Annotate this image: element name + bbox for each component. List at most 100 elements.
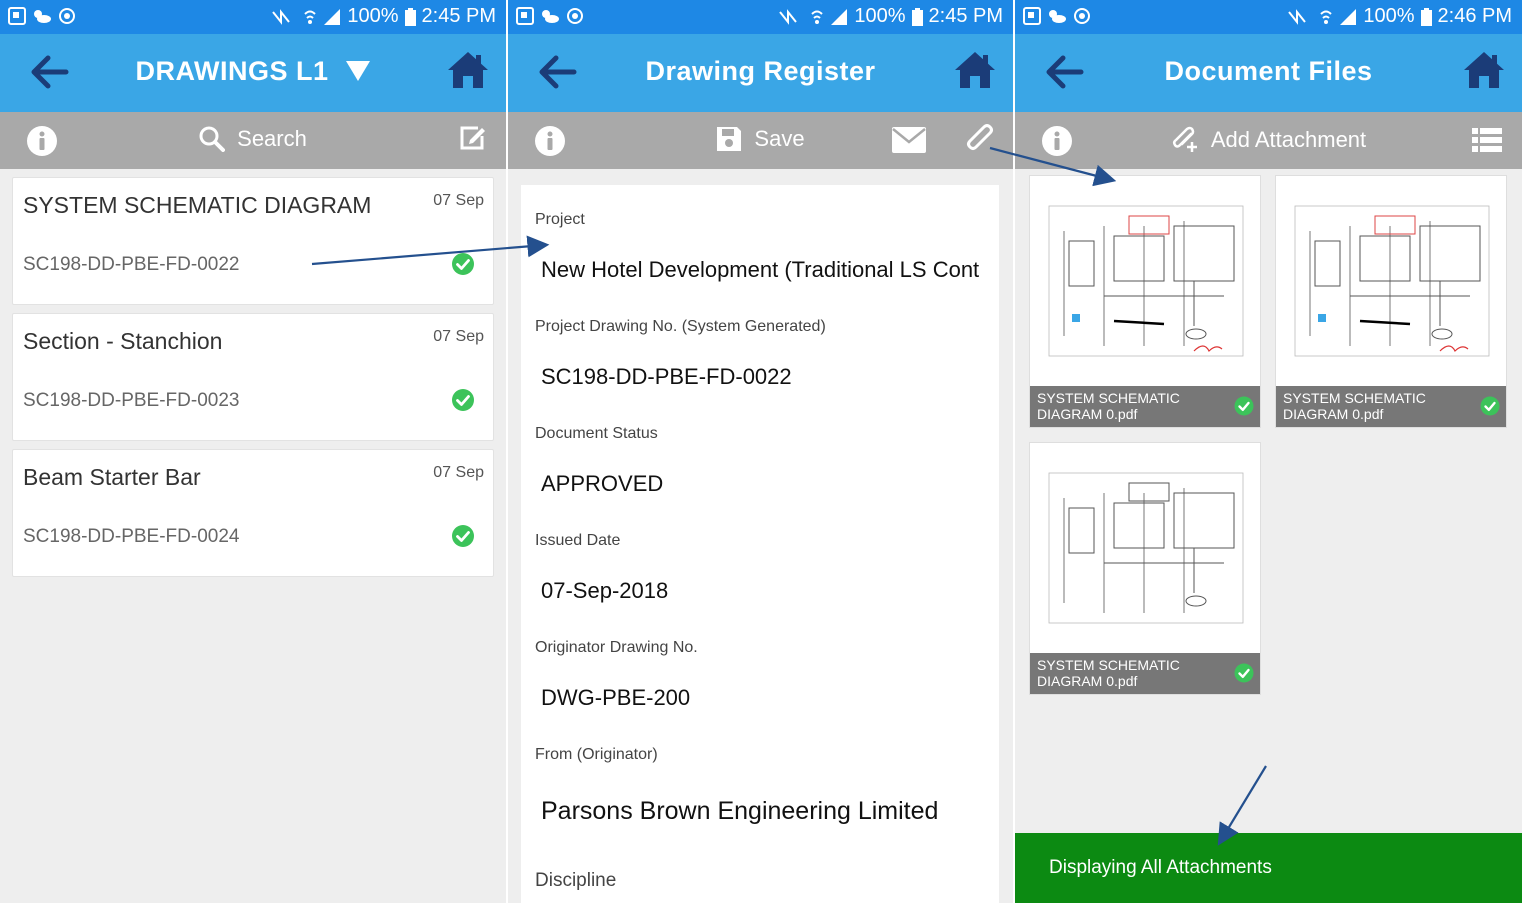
attachment-thumbnail[interactable]: SYSTEM SCHEMATIC DIAGRAM 0.pdf (1029, 442, 1261, 695)
home-icon[interactable] (1462, 50, 1506, 90)
status-bar: 100% 2:46 PM (1015, 0, 1522, 34)
status-time: 2:45 PM (421, 5, 496, 27)
page-title[interactable]: DRAWINGS L1 (0, 56, 506, 87)
check-circle-icon (1234, 396, 1254, 416)
from-originator-field[interactable]: Parsons Brown Engineering Limited (541, 797, 938, 826)
document-files-screen: 100% 2:46 PM Document Files Add Attachme… (1015, 0, 1522, 903)
originator-drawing-no-label: Originator Drawing No. (535, 639, 698, 656)
attachment-filename: SYSTEM SCHEMATIC DIAGRAM 0.pdf (1030, 386, 1260, 427)
item-date: 07 Sep (433, 328, 484, 345)
list-item[interactable]: Beam Starter Bar 07 Sep SC198-DD-PBE-FD-… (12, 449, 494, 577)
add-attachment-button[interactable]: Add Attachment (1015, 126, 1522, 154)
battery-percent: 100% (347, 5, 399, 27)
footer-message: Displaying All Attachments (1049, 857, 1272, 878)
weather-icon (34, 10, 51, 23)
attachments-footer-banner: Displaying All Attachments (1015, 833, 1522, 903)
check-circle-icon (452, 389, 474, 411)
app-bar: Drawing Register (508, 34, 1013, 112)
battery-icon (911, 7, 923, 26)
sync-icon (567, 8, 583, 24)
search-icon (199, 126, 226, 152)
item-code: SC198-DD-PBE-FD-0024 (23, 526, 240, 547)
discipline-label: Discipline (535, 870, 617, 891)
from-originator-label: From (Originator) (535, 746, 658, 763)
document-status-field[interactable]: APPROVED (541, 471, 663, 497)
check-circle-icon (452, 253, 474, 275)
signal-icon (324, 8, 341, 25)
app-notification-icon (1023, 7, 1041, 25)
battery-icon (404, 7, 416, 26)
drawing-register-screen: 100% 2:45 PM Drawing Register Save Proje… (508, 0, 1013, 903)
battery-percent: 100% (854, 5, 906, 27)
list-view-icon[interactable] (1472, 128, 1502, 152)
page-title: Drawing Register (645, 56, 876, 86)
envelope-icon[interactable] (891, 126, 927, 154)
dropdown-triangle-icon[interactable] (345, 60, 371, 82)
item-date: 07 Sep (433, 192, 484, 209)
toolbar: Add Attachment (1015, 112, 1522, 169)
status-bar: 100% 2:45 PM (508, 0, 1013, 34)
app-notification-icon (516, 7, 534, 25)
battery-percent: 100% (1363, 5, 1415, 27)
home-icon[interactable] (953, 50, 997, 90)
schematic-preview-image (1048, 472, 1244, 624)
nfc-icon (1288, 8, 1307, 25)
attachment-thumbnail[interactable]: SYSTEM SCHEMATIC DIAGRAM 0.pdf (1275, 175, 1507, 428)
search-button[interactable]: Search (0, 126, 506, 152)
sync-icon (1074, 8, 1090, 24)
signal-icon (1340, 8, 1357, 25)
project-label: Project (535, 211, 585, 228)
drawing-no-label: Project Drawing No. (System Generated) (535, 318, 826, 335)
sync-icon (59, 8, 75, 24)
add-attachment-icon (1172, 126, 1197, 152)
issued-date-field[interactable]: 07-Sep-2018 (541, 578, 668, 604)
schematic-preview-image (1048, 205, 1244, 357)
battery-icon (1420, 7, 1432, 26)
project-field[interactable]: New Hotel Development (Traditional LS Co… (541, 257, 979, 283)
page-title-text: DRAWINGS L1 (135, 56, 329, 86)
home-icon[interactable] (446, 50, 490, 90)
nfc-icon (272, 8, 291, 25)
status-time: 2:45 PM (928, 5, 1003, 27)
attachment-filename: SYSTEM SCHEMATIC DIAGRAM 0.pdf (1276, 386, 1506, 427)
drawing-no-field: SC198-DD-PBE-FD-0022 (541, 364, 792, 389)
app-bar: DRAWINGS L1 (0, 34, 506, 112)
list-item[interactable]: SYSTEM SCHEMATIC DIAGRAM 07 Sep SC198-DD… (12, 177, 494, 305)
attachment-filename: SYSTEM SCHEMATIC DIAGRAM 0.pdf (1030, 653, 1260, 694)
save-label: Save (754, 126, 805, 151)
add-attachment-label: Add Attachment (1210, 127, 1367, 152)
item-title: Section - Stanchion (23, 328, 223, 354)
schematic-preview-image (1294, 205, 1490, 357)
drawings-list-screen: 100% 2:45 PM DRAWINGS L1 Search SYSTEM S… (0, 0, 506, 903)
issued-date-label: Issued Date (535, 532, 621, 549)
list-item[interactable]: Section - Stanchion 07 Sep SC198-DD-PBE-… (12, 313, 494, 441)
wifi-icon (304, 10, 317, 24)
weather-icon (1049, 10, 1066, 23)
status-bar: 100% 2:45 PM (0, 0, 506, 34)
check-circle-icon (452, 525, 474, 547)
paperclip-icon[interactable] (965, 124, 995, 156)
wifi-icon (811, 10, 824, 24)
page-title: Document Files (1164, 56, 1373, 86)
floppy-disk-icon (717, 127, 742, 151)
toolbar: Save (508, 112, 1013, 169)
register-form: Project New Hotel Development (Tradition… (521, 185, 999, 903)
originator-drawing-no-field[interactable]: DWG-PBE-200 (541, 685, 690, 711)
app-bar: Document Files (1015, 34, 1522, 112)
item-date: 07 Sep (433, 464, 484, 481)
weather-icon (542, 10, 559, 23)
attachment-thumbnail[interactable]: SYSTEM SCHEMATIC DIAGRAM 0.pdf (1029, 175, 1261, 428)
nfc-icon (779, 8, 798, 25)
app-notification-icon (8, 7, 26, 25)
screenshot-stage: 100% 2:45 PM DRAWINGS L1 Search SYSTEM S… (0, 0, 1524, 903)
toolbar: Search (0, 112, 506, 169)
item-title: Beam Starter Bar (23, 464, 201, 490)
edit-icon[interactable] (458, 124, 486, 152)
item-title: SYSTEM SCHEMATIC DIAGRAM (23, 192, 372, 218)
item-code: SC198-DD-PBE-FD-0023 (23, 390, 240, 411)
status-time: 2:46 PM (1437, 5, 1512, 27)
check-circle-icon (1480, 396, 1500, 416)
save-button[interactable]: Save (508, 126, 1013, 152)
search-label: Search (237, 126, 307, 151)
signal-icon (831, 8, 848, 25)
